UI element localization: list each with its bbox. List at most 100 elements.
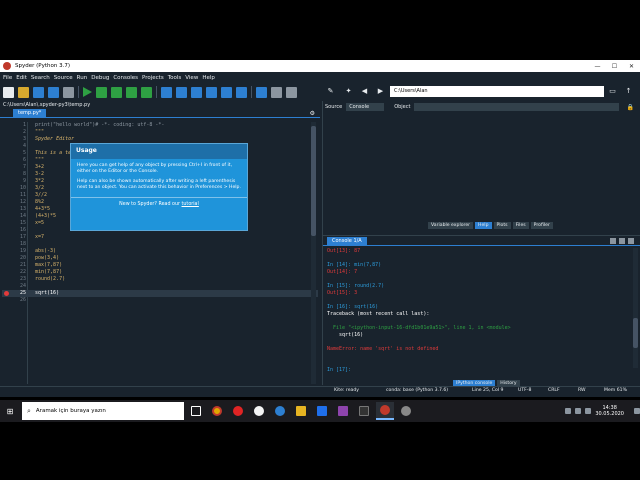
code-line[interactable]: 24 xyxy=(2,283,318,290)
menu-debug[interactable]: Debug xyxy=(91,75,109,81)
spyder-window: Spyder (Python 3.7) — ☐ ✕ File Edit Sear… xyxy=(0,60,640,397)
code-text: pow(3,4) xyxy=(35,255,60,261)
print-icon[interactable] xyxy=(63,86,74,98)
code-line[interactable]: 2 """ xyxy=(2,129,318,136)
lock-icon[interactable]: 🔒 xyxy=(627,104,634,111)
tray-chevron-icon[interactable] xyxy=(565,408,572,414)
python-icon[interactable]: ✦ xyxy=(344,86,353,97)
folder-icon[interactable]: ▭ xyxy=(608,86,617,97)
windows-start-icon[interactable]: ⊞ xyxy=(0,407,20,416)
usage-paragraph-2: Help can also be shown automatically aft… xyxy=(77,179,241,190)
forward-arrow-icon[interactable]: ▶ xyxy=(376,86,385,97)
maximize-pane-icon[interactable] xyxy=(256,86,267,98)
code-text: 3-2 xyxy=(35,171,45,177)
menu-file[interactable]: File xyxy=(3,75,12,81)
premiere-icon[interactable] xyxy=(334,402,352,420)
edit-console-icon[interactable] xyxy=(619,237,625,244)
debug-icon[interactable] xyxy=(161,86,172,98)
wrench-icon[interactable]: ✎ xyxy=(326,86,335,97)
open-file-icon[interactable] xyxy=(18,86,29,98)
code-line[interactable]: 20 pow(3,4) xyxy=(2,255,318,262)
menu-view[interactable]: View xyxy=(185,75,198,81)
spyder-taskbar-icon[interactable] xyxy=(376,402,394,420)
menu-tools[interactable]: Tools xyxy=(168,75,182,81)
continue-icon[interactable] xyxy=(221,86,232,98)
code-line[interactable]: 26 xyxy=(2,297,318,304)
code-line[interactable]: 21 max(7,87) xyxy=(2,262,318,269)
maximize-button[interactable]: ☐ xyxy=(606,63,623,70)
code-line[interactable]: 17 x=7 xyxy=(2,234,318,241)
minimize-button[interactable]: — xyxy=(589,63,606,70)
console-options-icon[interactable] xyxy=(628,237,634,244)
console-output[interactable]: Out[13]: 87 In [14]: min(7,87) Out[14]: 7 I… xyxy=(327,248,627,374)
notification-icon[interactable] xyxy=(634,408,640,414)
object-input[interactable] xyxy=(414,103,620,111)
stop-debug-icon[interactable] xyxy=(236,86,247,98)
search-icon: ⌕ xyxy=(27,406,31,415)
network-icon[interactable] xyxy=(575,408,582,414)
save-icon[interactable] xyxy=(33,86,44,98)
task-view-icon[interactable] xyxy=(187,402,205,420)
console-scrollbar[interactable] xyxy=(633,248,638,368)
run-cell-icon[interactable] xyxy=(96,86,107,98)
taskbar-search[interactable]: ⌕ Aramak için buraya yazın xyxy=(22,402,184,420)
opera-icon[interactable] xyxy=(229,402,247,420)
edge-icon[interactable] xyxy=(271,402,289,420)
taskbar-clock[interactable]: 14:38 30.05.2020 xyxy=(595,405,624,417)
menu-projects[interactable]: Projects xyxy=(142,75,164,81)
parent-directory-icon[interactable]: ↑ xyxy=(624,86,633,97)
step-return-icon[interactable] xyxy=(206,86,217,98)
stop-console-icon[interactable] xyxy=(610,237,616,244)
step-into-icon[interactable] xyxy=(191,86,202,98)
console-tab[interactable]: Console 1/A xyxy=(327,236,367,245)
photoshop-icon[interactable] xyxy=(313,402,331,420)
code-line[interactable]: 19 abs(-3) xyxy=(2,248,318,255)
new-file-icon[interactable] xyxy=(3,86,14,98)
step-icon[interactable] xyxy=(176,86,187,98)
settings-taskbar-icon[interactable] xyxy=(397,402,415,420)
code-line[interactable]: 18 xyxy=(2,241,318,248)
menu-consoles[interactable]: Consoles xyxy=(113,75,138,81)
menu-help[interactable]: Help xyxy=(202,75,215,81)
code-line[interactable]: 22 min(7,87) xyxy=(2,269,318,276)
source-select[interactable]: Console xyxy=(346,103,385,111)
line-number: 15 xyxy=(19,220,26,226)
tab-plots[interactable]: Plots xyxy=(493,222,511,229)
menu-edit[interactable]: Edit xyxy=(16,75,27,81)
code-line[interactable]: 23 round(2.7) xyxy=(2,276,318,283)
editor-file-path: C:\Users\Alan\.spyder-py3\temp.py xyxy=(3,102,91,108)
preferences-icon[interactable] xyxy=(271,86,282,98)
code-line[interactable]: 25sqrt(16)◂ xyxy=(2,290,318,297)
code-line[interactable]: 3 Spyder Editor xyxy=(2,136,318,143)
volume-icon[interactable] xyxy=(585,408,592,414)
console-scrollbar-thumb[interactable] xyxy=(633,318,638,348)
rerun-icon[interactable] xyxy=(141,86,152,98)
chrome-icon[interactable] xyxy=(208,402,226,420)
run-selection-icon[interactable] xyxy=(126,86,137,98)
tab-profiler[interactable]: Profiler xyxy=(530,222,553,229)
editor-scrollbar[interactable] xyxy=(311,122,316,384)
pythonpath-icon[interactable] xyxy=(286,86,297,98)
back-arrow-icon[interactable]: ◀ xyxy=(360,86,369,97)
options-gear-icon[interactable]: ⚙ xyxy=(310,110,315,117)
working-directory-input[interactable]: C:\Users\Alan xyxy=(390,86,604,97)
run-icon[interactable] xyxy=(83,87,92,97)
tab-help[interactable]: Help xyxy=(475,222,492,229)
save-all-icon[interactable] xyxy=(48,86,59,98)
run-cell-advance-icon[interactable] xyxy=(111,86,122,98)
error-marker-icon[interactable] xyxy=(4,291,9,296)
editor-scrollbar-thumb[interactable] xyxy=(311,126,316,236)
yandex-icon[interactable] xyxy=(250,402,268,420)
tab-variable-explorer[interactable]: Variable explorer xyxy=(428,222,474,229)
usage-title: Usage xyxy=(71,144,247,159)
code-line[interactable]: 1 print("hello world")# -*- coding: utf-8… xyxy=(2,122,318,129)
menu-source[interactable]: Source xyxy=(54,75,73,81)
tutorial-link[interactable]: tutorial xyxy=(182,202,199,207)
tab-files[interactable]: Files xyxy=(512,222,529,229)
terminal-icon[interactable] xyxy=(355,402,373,420)
file-explorer-icon[interactable] xyxy=(292,402,310,420)
menu-run[interactable]: Run xyxy=(77,75,88,81)
editor-tab-temp-py[interactable]: temp.py* xyxy=(13,109,47,117)
close-button[interactable]: ✕ xyxy=(623,63,640,70)
menu-search[interactable]: Search xyxy=(31,75,50,81)
